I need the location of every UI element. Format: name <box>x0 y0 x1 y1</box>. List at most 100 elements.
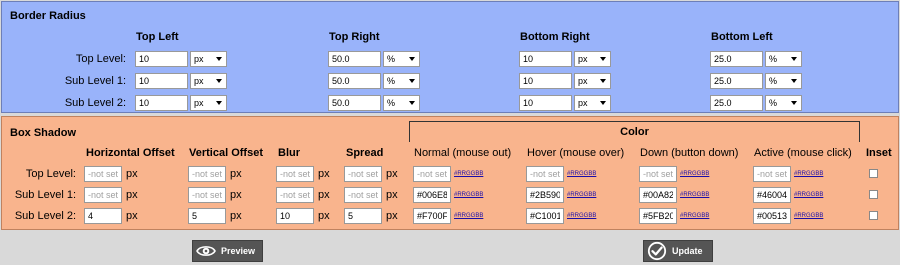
color-picker-link[interactable]: #RRGGBB <box>567 166 596 182</box>
sub-level-2-active-color-input[interactable] <box>753 208 791 224</box>
sub-level-2-top-right-input[interactable] <box>328 95 381 111</box>
column-header-normal: Normal (mouse out) <box>414 147 512 159</box>
sub-level-1-horizontal-offset-input[interactable] <box>84 187 122 203</box>
row-label-top-level: Top Level: <box>75 53 126 65</box>
sub-level-2-vertical-offset-input[interactable] <box>188 208 226 224</box>
color-picker-link[interactable]: #RRGGBB <box>454 187 483 203</box>
sub-level-2-hover-color-input[interactable] <box>526 208 564 224</box>
top-level-active-color-input[interactable] <box>753 166 791 182</box>
chevron-down-icon <box>791 79 797 83</box>
sub-level-1-active-color-input[interactable] <box>753 187 791 203</box>
top-level-bottom-right-input[interactable] <box>519 51 572 67</box>
column-header-hover: Hover (mouse over) <box>527 147 625 159</box>
sub-level-2-spread-input[interactable] <box>344 208 382 224</box>
sub-level-2-horizontal-offset-input[interactable] <box>84 208 122 224</box>
sub-level-2-top-right-unit-select[interactable]: % <box>383 95 420 111</box>
column-header-horizontal-offset: Horizontal Offset <box>86 147 175 159</box>
top-level-top-left-unit-select[interactable]: px <box>190 51 227 67</box>
column-header-top-right: Top Right <box>329 31 380 43</box>
color-picker-link[interactable]: #RRGGBB <box>794 208 823 224</box>
px-unit: px <box>386 189 398 201</box>
px-unit: px <box>126 168 138 180</box>
sub-level-2-down-color-input[interactable] <box>639 208 677 224</box>
sub-level-1-top-right-unit-select[interactable]: % <box>383 73 420 89</box>
chevron-down-icon <box>216 57 222 61</box>
checkmark-circle-icon <box>647 241 667 261</box>
sub-level-2-top-left-input[interactable] <box>135 95 188 111</box>
chevron-down-icon <box>409 101 415 105</box>
sub-level-1-hover-color-input[interactable] <box>526 187 564 203</box>
column-header-down: Down (button down) <box>640 147 739 159</box>
top-level-top-right-input[interactable] <box>328 51 381 67</box>
color-picker-link[interactable]: #RRGGBB <box>454 166 483 182</box>
top-level-down-color-input[interactable] <box>639 166 677 182</box>
chevron-down-icon <box>409 57 415 61</box>
sub-level-1-bottom-right-unit-select[interactable]: px <box>574 73 611 89</box>
px-unit: px <box>230 210 242 222</box>
sub-level-1-bottom-left-input[interactable] <box>710 73 763 89</box>
update-button-label: Update <box>672 246 703 256</box>
color-picker-link[interactable]: #RRGGBB <box>567 187 596 203</box>
color-picker-link[interactable]: #RRGGBB <box>567 208 596 224</box>
top-level-hover-color-input[interactable] <box>526 166 564 182</box>
sub-level-1-top-left-input[interactable] <box>135 73 188 89</box>
color-picker-link[interactable]: #RRGGBB <box>680 208 709 224</box>
px-unit: px <box>318 189 330 201</box>
chevron-down-icon <box>791 101 797 105</box>
sub-level-1-top-left-unit-select[interactable]: px <box>190 73 227 89</box>
sub-level-1-bottom-left-unit-select[interactable]: % <box>765 73 802 89</box>
top-level-vertical-offset-input[interactable] <box>188 166 226 182</box>
px-unit: px <box>230 168 242 180</box>
row-label-top-level: Top Level: <box>25 168 76 180</box>
sub-level-2-bottom-right-input[interactable] <box>519 95 572 111</box>
chevron-down-icon <box>216 79 222 83</box>
top-level-inset-checkbox[interactable] <box>869 169 878 178</box>
row-label-sub-level-1: Sub Level 1: <box>14 189 76 201</box>
sub-level-1-blur-input[interactable] <box>276 187 314 203</box>
preview-button-label: Preview <box>221 246 256 256</box>
top-level-spread-input[interactable] <box>344 166 382 182</box>
top-level-bottom-left-input[interactable] <box>710 51 763 67</box>
sub-level-1-inset-checkbox[interactable] <box>869 190 878 199</box>
sub-level-2-top-left-unit-select[interactable]: px <box>190 95 227 111</box>
update-button[interactable]: Update <box>643 240 713 262</box>
column-header-blur: Blur <box>278 147 300 159</box>
top-level-top-right-unit-select[interactable]: % <box>383 51 420 67</box>
sub-level-1-top-right-input[interactable] <box>328 73 381 89</box>
sub-level-1-spread-input[interactable] <box>344 187 382 203</box>
sub-level-2-blur-input[interactable] <box>276 208 314 224</box>
sub-level-2-bottom-right-unit-select[interactable]: px <box>574 95 611 111</box>
top-level-bottom-left-unit-select[interactable]: % <box>765 51 802 67</box>
sub-level-1-down-color-input[interactable] <box>639 187 677 203</box>
preview-button[interactable]: Preview <box>192 240 263 262</box>
top-level-blur-input[interactable] <box>276 166 314 182</box>
sub-level-2-inset-checkbox[interactable] <box>869 211 878 220</box>
row-label-sub-level-2: Sub Level 2: <box>64 97 126 109</box>
color-picker-link[interactable]: #RRGGBB <box>680 187 709 203</box>
sub-level-2-bottom-left-unit-select[interactable]: % <box>765 95 802 111</box>
color-picker-link[interactable]: #RRGGBB <box>794 187 823 203</box>
sub-level-1-vertical-offset-input[interactable] <box>188 187 226 203</box>
sub-level-1-normal-color-input[interactable] <box>413 187 451 203</box>
top-level-normal-color-input[interactable] <box>413 166 451 182</box>
sub-level-2-bottom-left-input[interactable] <box>710 95 763 111</box>
column-header-vertical-offset: Vertical Offset <box>189 147 263 159</box>
chevron-down-icon <box>791 57 797 61</box>
column-header-bottom-left: Bottom Left <box>711 31 773 43</box>
sub-level-1-bottom-right-input[interactable] <box>519 73 572 89</box>
column-header-active: Active (mouse click) <box>754 147 852 159</box>
color-picker-link[interactable]: #RRGGBB <box>794 166 823 182</box>
color-picker-link[interactable]: #RRGGBB <box>454 208 483 224</box>
top-level-horizontal-offset-input[interactable] <box>84 166 122 182</box>
chevron-down-icon <box>600 79 606 83</box>
chevron-down-icon <box>216 101 222 105</box>
top-level-bottom-right-unit-select[interactable]: px <box>574 51 611 67</box>
column-header-top-left: Top Left <box>136 31 179 43</box>
border-radius-panel: Border Radius Top Left Top Right Bottom … <box>1 1 899 113</box>
px-unit: px <box>318 168 330 180</box>
px-unit: px <box>386 168 398 180</box>
sub-level-2-normal-color-input[interactable] <box>413 208 451 224</box>
px-unit: px <box>126 189 138 201</box>
color-picker-link[interactable]: #RRGGBB <box>680 166 709 182</box>
top-level-top-left-input[interactable] <box>135 51 188 67</box>
